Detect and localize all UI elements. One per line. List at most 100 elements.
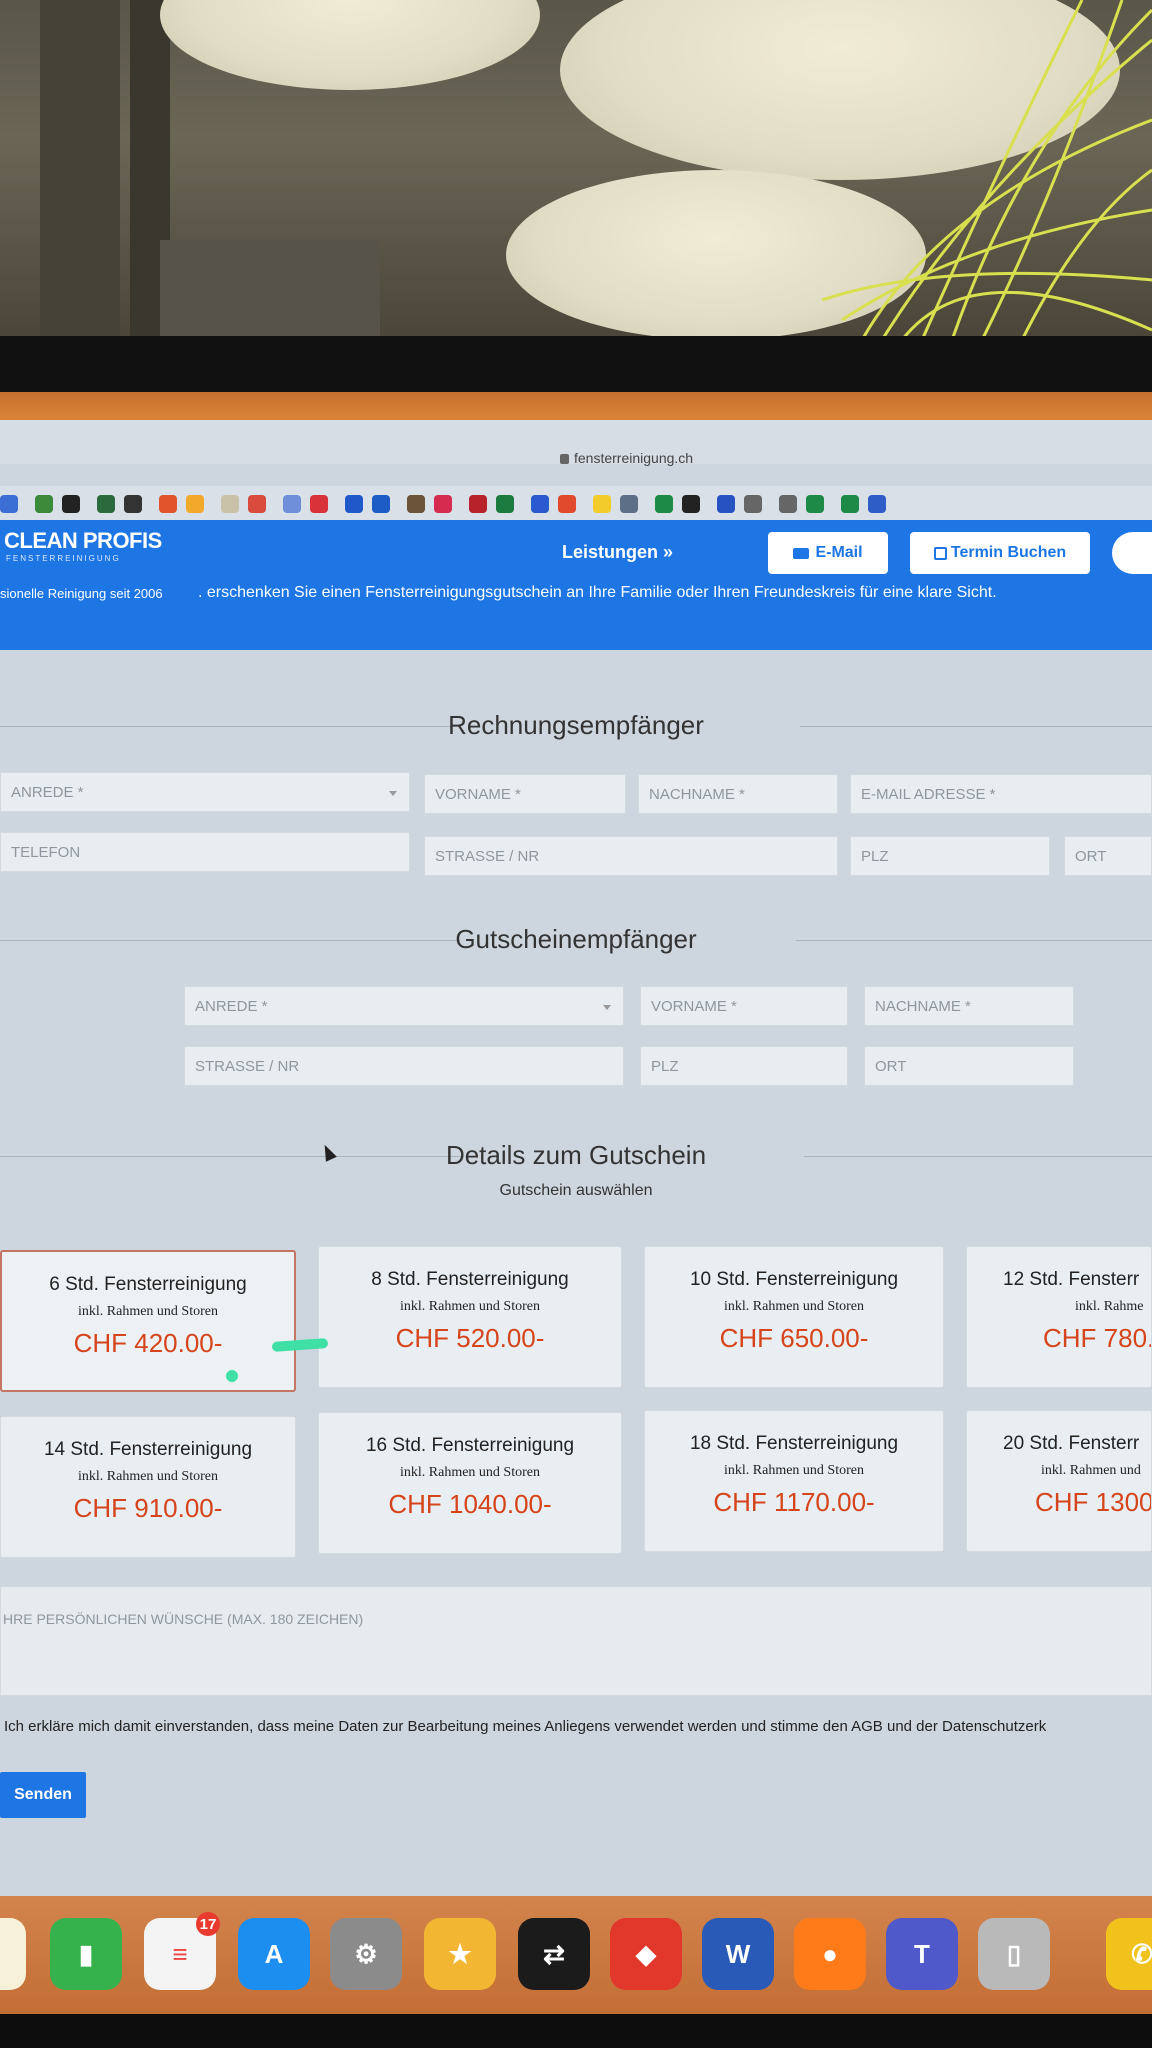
recipient-street-input[interactable]: STRASSE / NR bbox=[184, 1046, 624, 1086]
phone-button[interactable] bbox=[1112, 532, 1152, 574]
bookmark-icon[interactable] bbox=[744, 495, 762, 513]
bookmark-icon[interactable] bbox=[221, 495, 239, 513]
bookmark-icon[interactable] bbox=[620, 495, 638, 513]
bookmark-icon[interactable] bbox=[35, 495, 53, 513]
address-bar[interactable]: fensterreinigung.ch bbox=[0, 420, 1152, 466]
bookmark-icon[interactable] bbox=[779, 495, 797, 513]
bookmark-icon[interactable] bbox=[717, 495, 735, 513]
bookmark-icon[interactable] bbox=[469, 495, 487, 513]
voucher-card-price: CHF 910.00- bbox=[73, 1493, 223, 1523]
recipient-section-title: Gutscheinempfänger bbox=[455, 924, 697, 954]
voucher-card[interactable]: 8 Std. Fensterreinigung inkl. Rahmen und… bbox=[318, 1246, 622, 1388]
billing-lastname-input[interactable]: NACHNAME * bbox=[638, 774, 838, 814]
system-settings-icon[interactable]: ⚙ bbox=[330, 1918, 402, 1990]
submit-button[interactable]: Senden bbox=[0, 1772, 86, 1818]
wishes-textarea[interactable]: HRE PERSÖNLICHEN WÜNSCHE (MAX. 180 ZEICH… bbox=[0, 1586, 1152, 1696]
bookmark-icon[interactable] bbox=[496, 495, 514, 513]
voucher-section-subtitle: Gutschein auswählen bbox=[499, 1182, 653, 1199]
numbers-icon[interactable]: ▮ bbox=[50, 1918, 122, 1990]
site-logo[interactable]: CLEAN PROFIS bbox=[4, 528, 162, 554]
billing-city-input[interactable]: ORT bbox=[1064, 836, 1152, 876]
email-button[interactable]: E-Mail bbox=[768, 532, 888, 574]
reminders-icon[interactable]: ≡ 17 bbox=[144, 1912, 220, 1990]
voucher-card[interactable]: 18 Std. Fensterreinigung inkl. Rahmen un… bbox=[644, 1410, 944, 1552]
voucher-card-price: CHF 1040.00- bbox=[388, 1489, 552, 1519]
billing-zip-input[interactable]: PLZ bbox=[850, 836, 1050, 876]
bookmark-icon[interactable] bbox=[248, 495, 266, 513]
voucher-card-price: CHF 780. bbox=[1043, 1323, 1152, 1353]
bookmark-icon[interactable] bbox=[841, 495, 859, 513]
bookmark-icon[interactable] bbox=[407, 495, 425, 513]
notes-icon[interactable] bbox=[0, 1918, 26, 1990]
voucher-card-title: 16 Std. Fensterreinigung bbox=[365, 1435, 575, 1456]
whatsapp-icon[interactable]: ✆ bbox=[1106, 1918, 1152, 1990]
bookmark-icon[interactable] bbox=[558, 495, 576, 513]
bookmark-icon[interactable] bbox=[97, 495, 115, 513]
app-store-icon[interactable]: A bbox=[238, 1918, 310, 1990]
bookmark-icon[interactable] bbox=[345, 495, 363, 513]
bookmark-icon[interactable] bbox=[434, 495, 452, 513]
browser-window: fensterreinigung.ch CLEAN PROFIS FENSTER… bbox=[0, 420, 1152, 1905]
bookmark-icon[interactable] bbox=[283, 495, 301, 513]
reminders-badge: 17 bbox=[196, 1912, 220, 1936]
voucher-card[interactable]: 10 Std. Fensterreinigung inkl. Rahmen un… bbox=[644, 1246, 944, 1388]
bookmark-icon[interactable] bbox=[593, 495, 611, 513]
tagline: sionelle Reinigung seit 2006 bbox=[0, 586, 163, 601]
email-button-label: E-Mail bbox=[815, 544, 863, 561]
monitor-bezel bbox=[0, 336, 1152, 396]
voucher-card-title: 10 Std. Fensterreinigung bbox=[689, 1269, 899, 1290]
consent-text[interactable]: Ich erkläre mich damit einverstanden, da… bbox=[4, 1718, 1046, 1735]
bookmark-icon[interactable] bbox=[531, 495, 549, 513]
superstar-icon[interactable]: ★ bbox=[424, 1918, 496, 1990]
billing-street-input[interactable]: STRASSE / NR bbox=[424, 836, 838, 876]
nav-leistungen[interactable]: Leistungen » bbox=[562, 542, 673, 563]
url-display[interactable]: fensterreinigung.ch bbox=[560, 450, 693, 466]
bookmark-icon[interactable] bbox=[655, 495, 673, 513]
bookmark-icon[interactable] bbox=[0, 495, 18, 513]
bookmark-icon[interactable] bbox=[310, 495, 328, 513]
bookmark-icon[interactable] bbox=[124, 495, 142, 513]
billing-email-input[interactable]: E-MAIL ADRESSE * bbox=[850, 774, 1152, 814]
voucher-card-price: CHF 420.00- bbox=[73, 1328, 223, 1358]
bookmark-icon[interactable] bbox=[186, 495, 204, 513]
voucher-card[interactable]: 12 Std. Fensterr inkl. Rahme CHF 780. bbox=[966, 1246, 1152, 1388]
anydesk-icon[interactable]: ◆ bbox=[610, 1918, 682, 1990]
voucher-card-price: CHF 1170.00- bbox=[713, 1487, 875, 1517]
bookmark-icon[interactable] bbox=[868, 495, 886, 513]
billing-firstname-input[interactable]: VORNAME * bbox=[424, 774, 626, 814]
bookmark-icon[interactable] bbox=[159, 495, 177, 513]
recipient-firstname-input[interactable]: VORNAME * bbox=[640, 986, 848, 1026]
book-appointment-label: Termin Buchen bbox=[950, 544, 1067, 561]
voucher-card-subtitle: inkl. Rahmen und Storen bbox=[78, 1469, 218, 1484]
teams-icon[interactable]: T bbox=[886, 1918, 958, 1990]
firefox-icon[interactable]: ● bbox=[794, 1918, 866, 1990]
voucher-card-title: 6 Std. Fensterreinigung bbox=[49, 1274, 247, 1295]
billing-phone-input[interactable]: TELEFON bbox=[0, 832, 410, 872]
voucher-card[interactable]: 14 Std. Fensterreinigung inkl. Rahmen un… bbox=[0, 1416, 296, 1558]
bookmark-icon[interactable] bbox=[62, 495, 80, 513]
teamviewer-icon[interactable]: ⇄ bbox=[518, 1918, 590, 1990]
voucher-card-subtitle: inkl. Rahmen und bbox=[1041, 1463, 1141, 1478]
voucher-card-subtitle: inkl. Rahmen und Storen bbox=[724, 1299, 864, 1314]
plant-leaves bbox=[822, 0, 1152, 340]
recipient-zip-input[interactable]: PLZ bbox=[640, 1046, 848, 1086]
voucher-card[interactable]: 16 Std. Fensterreinigung inkl. Rahmen un… bbox=[318, 1412, 622, 1554]
billing-salutation-select[interactable]: ANREDE * bbox=[0, 772, 410, 812]
bookmark-icon[interactable] bbox=[806, 495, 824, 513]
voucher-card[interactable]: 6 Std. Fensterreinigung inkl. Rahmen und… bbox=[0, 1250, 296, 1392]
billing-section-title: Rechnungsempfänger bbox=[448, 710, 704, 740]
voucher-card-subtitle: inkl. Rahme bbox=[1075, 1299, 1144, 1314]
bookmarks-bar bbox=[0, 486, 1152, 522]
bookmark-icon[interactable] bbox=[372, 495, 390, 513]
lock-icon bbox=[560, 454, 569, 464]
book-appointment-button[interactable]: Termin Buchen bbox=[910, 532, 1090, 574]
voucher-card-price: CHF 650.00- bbox=[719, 1323, 869, 1353]
wishes-placeholder: HRE PERSÖNLICHEN WÜNSCHE (MAX. 180 ZEICH… bbox=[3, 1611, 364, 1627]
recipient-salutation-select[interactable]: ANREDE * bbox=[184, 986, 624, 1026]
recipient-city-input[interactable]: ORT bbox=[864, 1046, 1074, 1086]
word-icon[interactable]: W bbox=[702, 1918, 774, 1990]
voucher-card[interactable]: 20 Std. Fensterr inkl. Rahmen und CHF 13… bbox=[966, 1410, 1152, 1552]
bookmark-icon[interactable] bbox=[682, 495, 700, 513]
recipient-lastname-input[interactable]: NACHNAME * bbox=[864, 986, 1074, 1026]
iphone-mirroring-icon[interactable]: ▯ bbox=[978, 1918, 1050, 1990]
